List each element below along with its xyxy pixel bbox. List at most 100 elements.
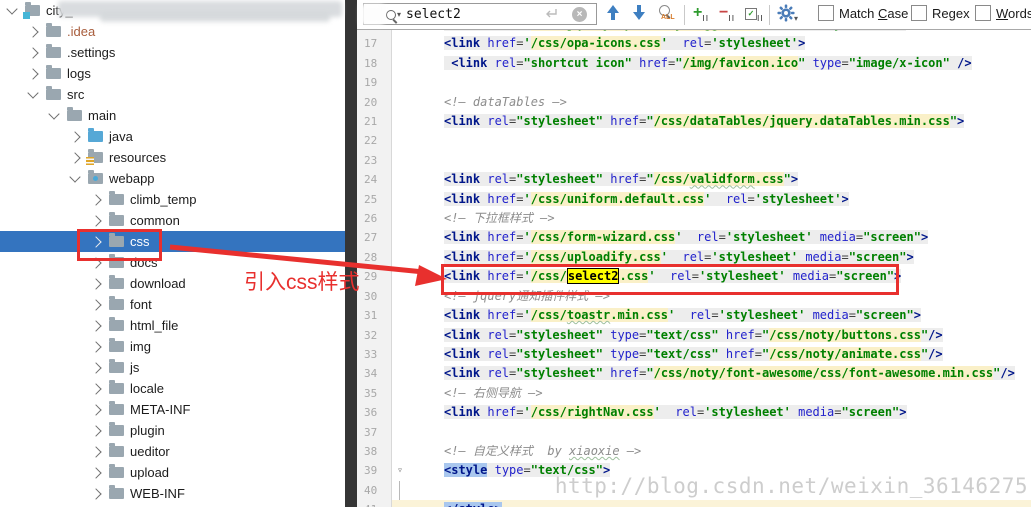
tree-item-climb-temp[interactable]: climb_temp [0, 189, 345, 210]
tree-item-js[interactable]: js [0, 357, 345, 378]
tree-item-web-inf[interactable]: WEB-INF [0, 483, 345, 504]
code-line-23[interactable]: 23 [357, 151, 1031, 170]
code-line-22[interactable]: 22 [357, 131, 1031, 150]
search-box[interactable]: ▾ × [363, 3, 597, 25]
code-line-33[interactable]: 33<link rel="stylesheet" type="text/css"… [357, 345, 1031, 364]
code-line-36[interactable]: 36<link href='/css/rightNav.css' rel='st… [357, 403, 1031, 422]
tree-item-resources[interactable]: resources [0, 147, 345, 168]
tree-item-download[interactable]: download [0, 273, 345, 294]
checkbox-icon[interactable] [818, 5, 834, 21]
chevron-right-icon[interactable] [90, 194, 101, 205]
code-line-28[interactable]: 28<link href='/css/uploadify.css' rel='s… [357, 248, 1031, 267]
tree-item-webapp[interactable]: webapp [0, 168, 345, 189]
tree-item-main[interactable]: main [0, 105, 345, 126]
next-occurrence-button[interactable] [633, 5, 645, 20]
clear-search-icon[interactable]: × [572, 7, 587, 22]
chevron-down-icon[interactable] [48, 108, 59, 119]
search-input[interactable] [406, 5, 536, 23]
match-case-checkbox[interactable]: Match Case [818, 5, 908, 21]
code-token [656, 269, 670, 283]
code-line-32[interactable]: 32<link rel="stylesheet" type="text/css"… [357, 326, 1031, 345]
chevron-right-icon[interactable] [69, 152, 80, 163]
tree-item-font[interactable]: font [0, 294, 345, 315]
search-settings-button[interactable]: ▾ [777, 4, 795, 27]
chevron-right-icon[interactable] [90, 215, 101, 226]
find-all-button[interactable]: ALL [657, 4, 679, 24]
chevron-right-icon[interactable] [27, 26, 38, 37]
code-line-38[interactable]: 38<!— 自定义样式 by xiaoxie —> [357, 442, 1031, 461]
chevron-right-icon[interactable] [90, 299, 101, 310]
code-line-31[interactable]: 31<link href='/css/toastr.min.css' rel='… [357, 306, 1031, 325]
folder-icon [46, 89, 61, 100]
chevron-right-icon[interactable] [90, 341, 101, 352]
code-line-35[interactable]: 35<!— 右侧导航 —> [357, 384, 1031, 403]
code-line-40[interactable]: 40 [357, 481, 1031, 500]
chevron-right-icon[interactable] [27, 68, 38, 79]
chevron-right-icon[interactable] [90, 362, 101, 373]
fold-marker-icon[interactable]: ▿ [392, 461, 408, 480]
code-line-39[interactable]: 39▿<style type="text/css"> [357, 461, 1031, 480]
code-line-30[interactable]: 30<!— jquery通知插件样式 —> [357, 287, 1031, 306]
chevron-right-icon[interactable] [90, 257, 101, 268]
editor-code-area[interactable]: 16<link href='/css/jquery/uploadify.togg… [357, 15, 1031, 507]
chevron-right-icon[interactable] [90, 236, 101, 247]
chevron-right-icon[interactable] [90, 404, 101, 415]
chevron-right-icon[interactable] [90, 446, 101, 457]
tree-item-idea[interactable]: .idea [0, 21, 345, 42]
gutter-line-number: 30 [357, 287, 392, 306]
tree-item-locale[interactable]: locale [0, 378, 345, 399]
code-line-20[interactable]: 20<!— dataTables —> [357, 93, 1031, 112]
tree-item-settings[interactable]: .settings [0, 42, 345, 63]
select-all-occurrences-button[interactable]: ✓II [745, 4, 764, 23]
code-line-18[interactable]: 18 <link rel="shortcut icon" href="/img/… [357, 54, 1031, 73]
code-line-21[interactable]: 21<link rel="stylesheet" href="/css/data… [357, 112, 1031, 131]
code-line-34[interactable]: 34<link rel="stylesheet" href="/css/noty… [357, 364, 1031, 383]
code-line-27[interactable]: 27<link href='/css/form-wizard.css' rel=… [357, 228, 1031, 247]
tree-item-upload[interactable]: upload [0, 462, 345, 483]
search-history-dropdown-icon[interactable]: ▾ [397, 10, 401, 19]
code-token: /css/uploadify.css [531, 250, 661, 264]
code-line-37[interactable]: 37 [357, 423, 1031, 442]
chevron-right-icon[interactable] [90, 320, 101, 331]
chevron-right-icon[interactable] [90, 467, 101, 478]
checkbox-icon[interactable] [911, 5, 927, 21]
chevron-right-icon[interactable] [69, 131, 80, 142]
chevron-right-icon[interactable] [90, 488, 101, 499]
tree-item-plugin[interactable]: plugin [0, 420, 345, 441]
tree-item-ueditor[interactable]: ueditor [0, 441, 345, 462]
code-line-29[interactable]: 29<link href='/css/select2.css' rel='sty… [357, 267, 1031, 286]
chevron-down-icon[interactable] [27, 87, 38, 98]
code-line-19[interactable]: 19 [357, 73, 1031, 92]
words-checkbox[interactable]: Words [975, 5, 1031, 21]
chevron-right-icon[interactable] [90, 278, 101, 289]
code-line-26[interactable]: 26<!— 下拉框样式 —> [357, 209, 1031, 228]
chevron-down-icon[interactable] [6, 3, 17, 14]
regex-checkbox[interactable]: Regex [911, 5, 970, 21]
chevron-down-icon[interactable] [69, 171, 80, 182]
tree-item-java[interactable]: java [0, 126, 345, 147]
code-line-25[interactable]: 25<link href='/css/uniform.default.css' … [357, 190, 1031, 209]
code-token: /css/form-wizard.css [531, 230, 676, 244]
tree-item-css[interactable]: css [0, 231, 345, 252]
tree-item-common[interactable]: common [0, 210, 345, 231]
tree-item-img[interactable]: img [0, 336, 345, 357]
folder-icon [109, 215, 124, 226]
tree-item-logs[interactable]: logs [0, 63, 345, 84]
add-occurrence-button[interactable]: +II [693, 4, 709, 23]
chevron-right-icon[interactable] [90, 383, 101, 394]
tree-item-docs[interactable]: docs [0, 252, 345, 273]
code-line-24[interactable]: 24<link rel="stylesheet" href="/css/vali… [357, 170, 1031, 189]
code-line-41[interactable]: 41▵</style> [357, 500, 1031, 507]
tree-item-src[interactable]: src [0, 84, 345, 105]
fold-marker-icon[interactable]: ▵ [392, 500, 408, 507]
checkbox-icon[interactable] [975, 5, 991, 21]
previous-occurrence-button[interactable] [607, 5, 619, 20]
remove-occurrence-button[interactable]: −II [719, 4, 735, 23]
tree-item-html-file[interactable]: html_file [0, 315, 345, 336]
tree-item-meta-inf[interactable]: META-INF [0, 399, 345, 420]
code-line-17[interactable]: 17<link href='/css/opa-icons.css' rel='s… [357, 34, 1031, 53]
code-token: > [603, 463, 610, 477]
chevron-right-icon[interactable] [27, 47, 38, 58]
chevron-right-icon[interactable] [90, 425, 101, 436]
panel-splitter[interactable] [345, 0, 357, 507]
